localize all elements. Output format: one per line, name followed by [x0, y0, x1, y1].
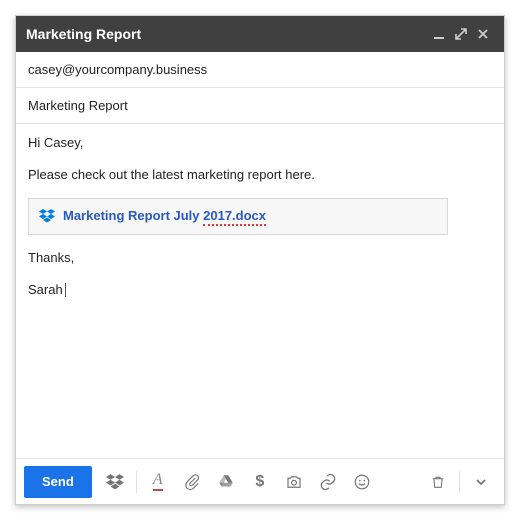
discard-draft-button[interactable] — [423, 466, 453, 498]
close-icon — [477, 28, 489, 40]
insert-emoji-button[interactable] — [347, 466, 377, 498]
drive-icon — [217, 473, 235, 491]
to-field[interactable]: casey@yourcompany.business — [16, 52, 504, 88]
dropbox-insert-button[interactable] — [100, 466, 130, 498]
format-a-icon: A — [153, 472, 163, 491]
insert-photo-button[interactable] — [279, 466, 309, 498]
send-button[interactable]: Send — [24, 466, 92, 498]
body-line1: Please check out the latest marketing re… — [28, 166, 492, 184]
attach-file-button[interactable] — [177, 466, 207, 498]
body-thanks: Thanks, — [28, 249, 492, 267]
emoji-icon — [353, 473, 371, 491]
dropbox-icon — [39, 208, 55, 224]
title-bar: Marketing Report — [16, 16, 504, 52]
attachment-filename: Marketing Report July 2017.docx — [63, 207, 266, 225]
dollar-icon: $ — [255, 473, 264, 491]
minimize-button[interactable] — [428, 23, 450, 45]
toolbar-separator — [459, 471, 460, 493]
chevron-down-icon — [475, 476, 487, 488]
minimize-icon — [433, 28, 445, 40]
dropbox-icon — [106, 473, 124, 491]
trash-icon — [430, 474, 446, 490]
subject-text: Marketing Report — [28, 98, 128, 113]
camera-icon — [285, 473, 303, 491]
popout-icon — [455, 28, 467, 40]
toolbar-separator — [136, 471, 137, 493]
compose-toolbar: Send A $ — [16, 458, 504, 504]
compose-window: Marketing Report casey@yourcompany.busin… — [15, 15, 505, 505]
body-signature: Sarah — [28, 281, 492, 299]
format-button[interactable]: A — [143, 466, 173, 498]
recipient-text: casey@yourcompany.business — [28, 62, 207, 77]
insert-money-button[interactable]: $ — [245, 466, 275, 498]
subject-field[interactable]: Marketing Report — [16, 88, 504, 124]
more-options-button[interactable] — [466, 466, 496, 498]
attachment-chip[interactable]: Marketing Report July 2017.docx — [28, 198, 448, 234]
text-cursor — [65, 283, 66, 297]
window-title: Marketing Report — [26, 26, 141, 42]
insert-link-button[interactable] — [313, 466, 343, 498]
link-icon — [318, 472, 338, 492]
popout-button[interactable] — [450, 23, 472, 45]
close-button[interactable] — [472, 23, 494, 45]
insert-drive-button[interactable] — [211, 466, 241, 498]
paperclip-icon — [183, 473, 201, 491]
message-body[interactable]: Hi Casey, Please check out the latest ma… — [16, 124, 504, 458]
body-greeting: Hi Casey, — [28, 134, 492, 152]
